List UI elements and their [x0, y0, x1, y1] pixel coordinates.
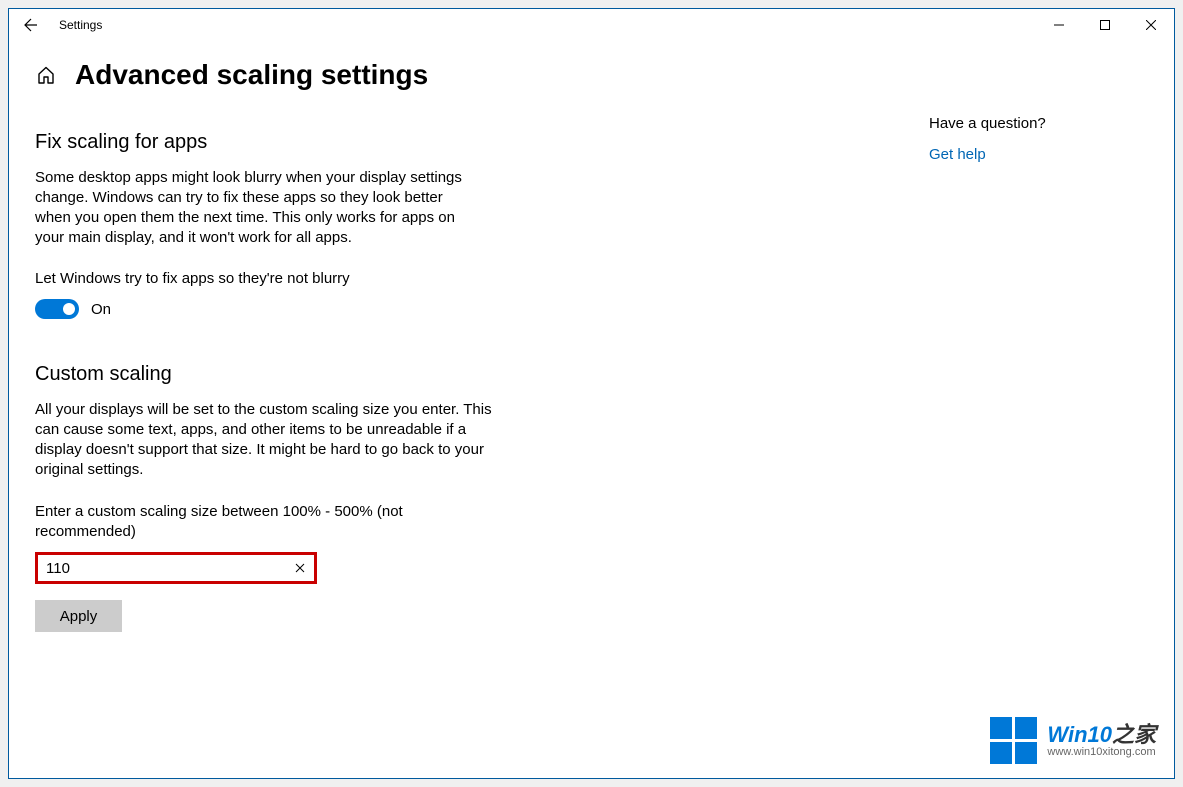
custom-scaling-description: All your displays will be set to the cus…: [35, 400, 495, 480]
side-column: Have a question? Get help: [929, 59, 1046, 778]
content-area: Advanced scaling settings Fix scaling fo…: [9, 41, 1174, 778]
toggle-knob: [63, 303, 75, 315]
titlebar: Settings: [9, 9, 1174, 41]
main-column: Advanced scaling settings Fix scaling fo…: [9, 59, 929, 778]
fix-scaling-heading: Fix scaling for apps: [35, 131, 929, 154]
watermark: Win10之家 www.win10xitong.com: [990, 717, 1156, 764]
blurry-fix-toggle[interactable]: [35, 299, 79, 319]
page-title: Advanced scaling settings: [75, 59, 428, 91]
maximize-icon: [1100, 20, 1110, 30]
clear-input-button[interactable]: [286, 555, 314, 581]
watermark-url: www.win10xitong.com: [1047, 746, 1156, 758]
settings-window: Settings Advanc: [8, 8, 1175, 779]
custom-scaling-input-wrapper: [35, 552, 317, 584]
watermark-logo-icon: [990, 717, 1037, 764]
toggle-row: On: [35, 299, 929, 319]
close-button[interactable]: [1128, 9, 1174, 41]
custom-scaling-input-label: Enter a custom scaling size between 100%…: [35, 502, 435, 542]
watermark-title: Win10之家: [1047, 724, 1156, 746]
apply-button[interactable]: Apply: [35, 600, 122, 632]
back-arrow-icon: [23, 17, 39, 33]
watermark-title-post: 之家: [1112, 722, 1156, 747]
toggle-state-label: On: [91, 301, 111, 318]
minimize-icon: [1054, 20, 1064, 30]
watermark-title-pre: Win10: [1047, 722, 1112, 747]
question-heading: Have a question?: [929, 115, 1046, 132]
fix-scaling-description: Some desktop apps might look blurry when…: [35, 168, 465, 248]
back-button[interactable]: [9, 9, 53, 41]
get-help-link[interactable]: Get help: [929, 146, 1046, 163]
custom-scaling-input[interactable]: [38, 555, 286, 581]
home-icon[interactable]: [35, 64, 57, 86]
page-header: Advanced scaling settings: [35, 59, 929, 91]
close-icon: [1146, 20, 1156, 30]
clear-x-icon: [295, 563, 305, 573]
custom-scaling-heading: Custom scaling: [35, 363, 929, 386]
window-title: Settings: [59, 18, 102, 32]
maximize-button[interactable]: [1082, 9, 1128, 41]
fix-scaling-toggle-label: Let Windows try to fix apps so they're n…: [35, 270, 929, 287]
watermark-text: Win10之家 www.win10xitong.com: [1047, 724, 1156, 758]
minimize-button[interactable]: [1036, 9, 1082, 41]
